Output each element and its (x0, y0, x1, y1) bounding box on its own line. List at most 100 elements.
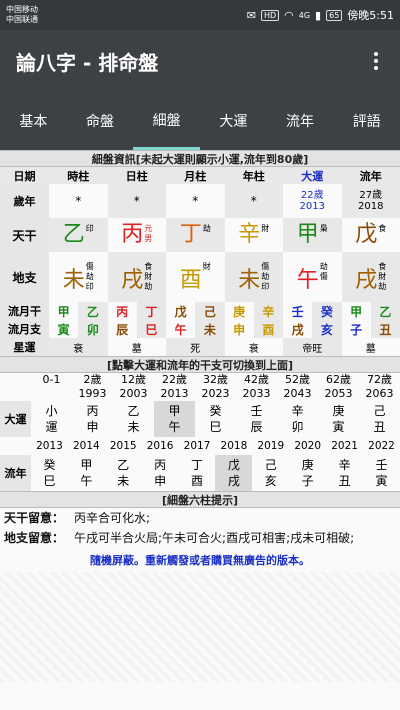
col-header-5: 大運 (283, 167, 342, 184)
dayun-pillar[interactable]: 壬辰 (236, 401, 277, 437)
status-icons: ✉ HD ◠ 4G ▮ 65 傍晚5:51 (247, 7, 394, 23)
dizhi-cell[interactable]: 戌食財劫 (107, 252, 166, 302)
col-header-0: 日期 (0, 167, 49, 184)
liunian-pillar[interactable]: 己亥 (252, 455, 290, 491)
network-label: 4G (298, 10, 311, 20)
age-value: * (133, 194, 140, 208)
liuyue-gan-month: 庚 (224, 302, 254, 320)
dizhi-cell[interactable]: 未傷劫印 (49, 252, 108, 302)
liuyue-zhi-month: 辰 (107, 320, 137, 338)
liunian-char: 甲 (80, 458, 93, 472)
liunian-char: 巳 (43, 474, 56, 488)
tab-4[interactable]: 流年 (267, 92, 334, 150)
dayun-pillar[interactable]: 甲午 (154, 401, 195, 437)
canggan-1: 劫 (261, 272, 270, 281)
liunian-char: 戌 (227, 474, 240, 488)
liunian-pillar[interactable]: 癸巳 (31, 455, 68, 491)
canggan-0: 財 (202, 262, 211, 271)
tiangan-shishen: 財 (261, 224, 269, 234)
liunian-pillar[interactable]: 丁酉 (178, 455, 216, 491)
dayun-year (31, 387, 72, 401)
dayun-age: 42歲 (236, 373, 277, 387)
dayun-char: 卯 (291, 420, 304, 434)
liunian-pillar[interactable]: 甲午 (67, 455, 105, 491)
shishen-2: 男 (144, 234, 153, 243)
dayun-char: 巳 (209, 420, 222, 434)
ad-notice[interactable]: 隨機屏蔽。重新觸發或者購買無廣告的版本。 (0, 548, 400, 572)
tiangan-char: 戊 (355, 222, 378, 247)
dayun-pillar[interactable]: 小運 (31, 401, 72, 437)
tiangan-cell[interactable]: 辛財 (224, 218, 283, 252)
tiangan-cell[interactable]: 丁劫 (166, 218, 225, 252)
canggan-0: 食 (378, 262, 387, 271)
overflow-menu-icon[interactable] (366, 48, 386, 74)
tiangan-char: 丙 (121, 222, 144, 247)
liuyue-zhi-month: 戌 (283, 320, 313, 338)
tiangan-cell[interactable]: 乙印 (49, 218, 108, 252)
xingyun-cell: 帝旺 (283, 338, 342, 356)
liuyue-gan-month: 丁 (136, 302, 166, 320)
dayun-year: 1993 (72, 387, 113, 401)
tab-0[interactable]: 基本 (0, 92, 67, 150)
canggan-1: 財 (144, 272, 153, 281)
dayun-pillar[interactable]: 乙未 (113, 401, 154, 437)
age-value: 22歲 (300, 190, 324, 201)
year-value: 2013 (299, 201, 325, 212)
canggan-0: 劫 (319, 262, 328, 271)
tiangan-cell[interactable]: 丙元男 (107, 218, 166, 252)
xingyun-cell: 墓 (341, 338, 400, 356)
col-header-3: 月柱 (166, 167, 225, 184)
xingyun-label: 星運 (0, 338, 49, 356)
tab-3[interactable]: 大運 (200, 92, 267, 150)
status-bar: 中国移动 中国联通 ✉ HD ◠ 4G ▮ 65 傍晚5:51 (0, 0, 400, 30)
dayun-pillar[interactable]: 辛卯 (277, 401, 318, 437)
col-header-2: 日柱 (107, 167, 166, 184)
liuyue-zhi-label: 流月支 (0, 320, 49, 338)
xingyun-cell: 死 (166, 338, 225, 356)
liunian-char: 乙 (117, 458, 130, 472)
liuyue-zhi-month: 未 (195, 320, 225, 338)
dayun-pillar[interactable]: 庚寅 (318, 401, 359, 437)
tiangan-wrap: 甲梟 (297, 222, 328, 248)
signal-icon: ▮ (315, 8, 322, 22)
dayun-pillar[interactable]: 丙申 (72, 401, 113, 437)
tiangan-cell[interactable]: 戊食 (341, 218, 400, 252)
dizhi-cell[interactable]: 酉財 (166, 252, 225, 302)
dayun-pillar[interactable]: 己丑 (359, 401, 400, 437)
shishen-1: 元 (144, 224, 153, 233)
liunian-year: 2022 (363, 437, 400, 455)
tiangan-cell[interactable]: 甲梟 (283, 218, 342, 252)
tab-5[interactable]: 評語 (333, 92, 400, 150)
dizhi-cell[interactable]: 午劫傷 (283, 252, 342, 302)
age-value: * (250, 194, 257, 208)
dayun-char: 辛 (291, 404, 304, 418)
liuyue-zhi-month: 酉 (253, 320, 283, 338)
dayun-pillar[interactable]: 癸巳 (195, 401, 236, 437)
dayun-char: 小 (45, 404, 58, 418)
canggan-1: 劫 (85, 272, 94, 281)
tiangan-wrap: 辛財 (238, 222, 269, 248)
dizhi-cell[interactable]: 未傷劫印 (224, 252, 283, 302)
liunian-pillar[interactable]: 丙申 (141, 455, 179, 491)
liunian-year: 2020 (289, 437, 327, 455)
liunian-pillar[interactable]: 戊戌 (215, 455, 253, 491)
dizhi-cell[interactable]: 戌食財劫 (341, 252, 400, 302)
dizhi-note-text: 午戌可半合火局;午未可合火;酉戌可相害;戌未可相破; (74, 531, 355, 545)
liunian-pillar[interactable]: 壬寅 (363, 455, 400, 491)
dizhi-char: 未 (238, 268, 261, 293)
liunian-pillar[interactable]: 辛丑 (326, 455, 364, 491)
dizhi-char: 戌 (121, 268, 144, 293)
tab-1[interactable]: 命盤 (67, 92, 134, 150)
liunian-char: 丑 (338, 474, 351, 488)
liuyue-zhi-month: 午 (166, 320, 196, 338)
dayun-year: 2003 (113, 387, 154, 401)
tiangan-shishen: 劫 (203, 224, 211, 234)
shishen-1: 食 (378, 224, 387, 233)
dayun-char: 未 (127, 420, 140, 434)
canggan-1: 財 (378, 272, 387, 281)
liuyue-zhi-month: 丑 (370, 320, 400, 338)
liunian-pillar[interactable]: 庚子 (289, 455, 327, 491)
tab-2[interactable]: 細盤 (133, 92, 201, 150)
liunian-pillar[interactable]: 乙未 (104, 455, 142, 491)
tiangan-char: 丁 (179, 222, 202, 247)
